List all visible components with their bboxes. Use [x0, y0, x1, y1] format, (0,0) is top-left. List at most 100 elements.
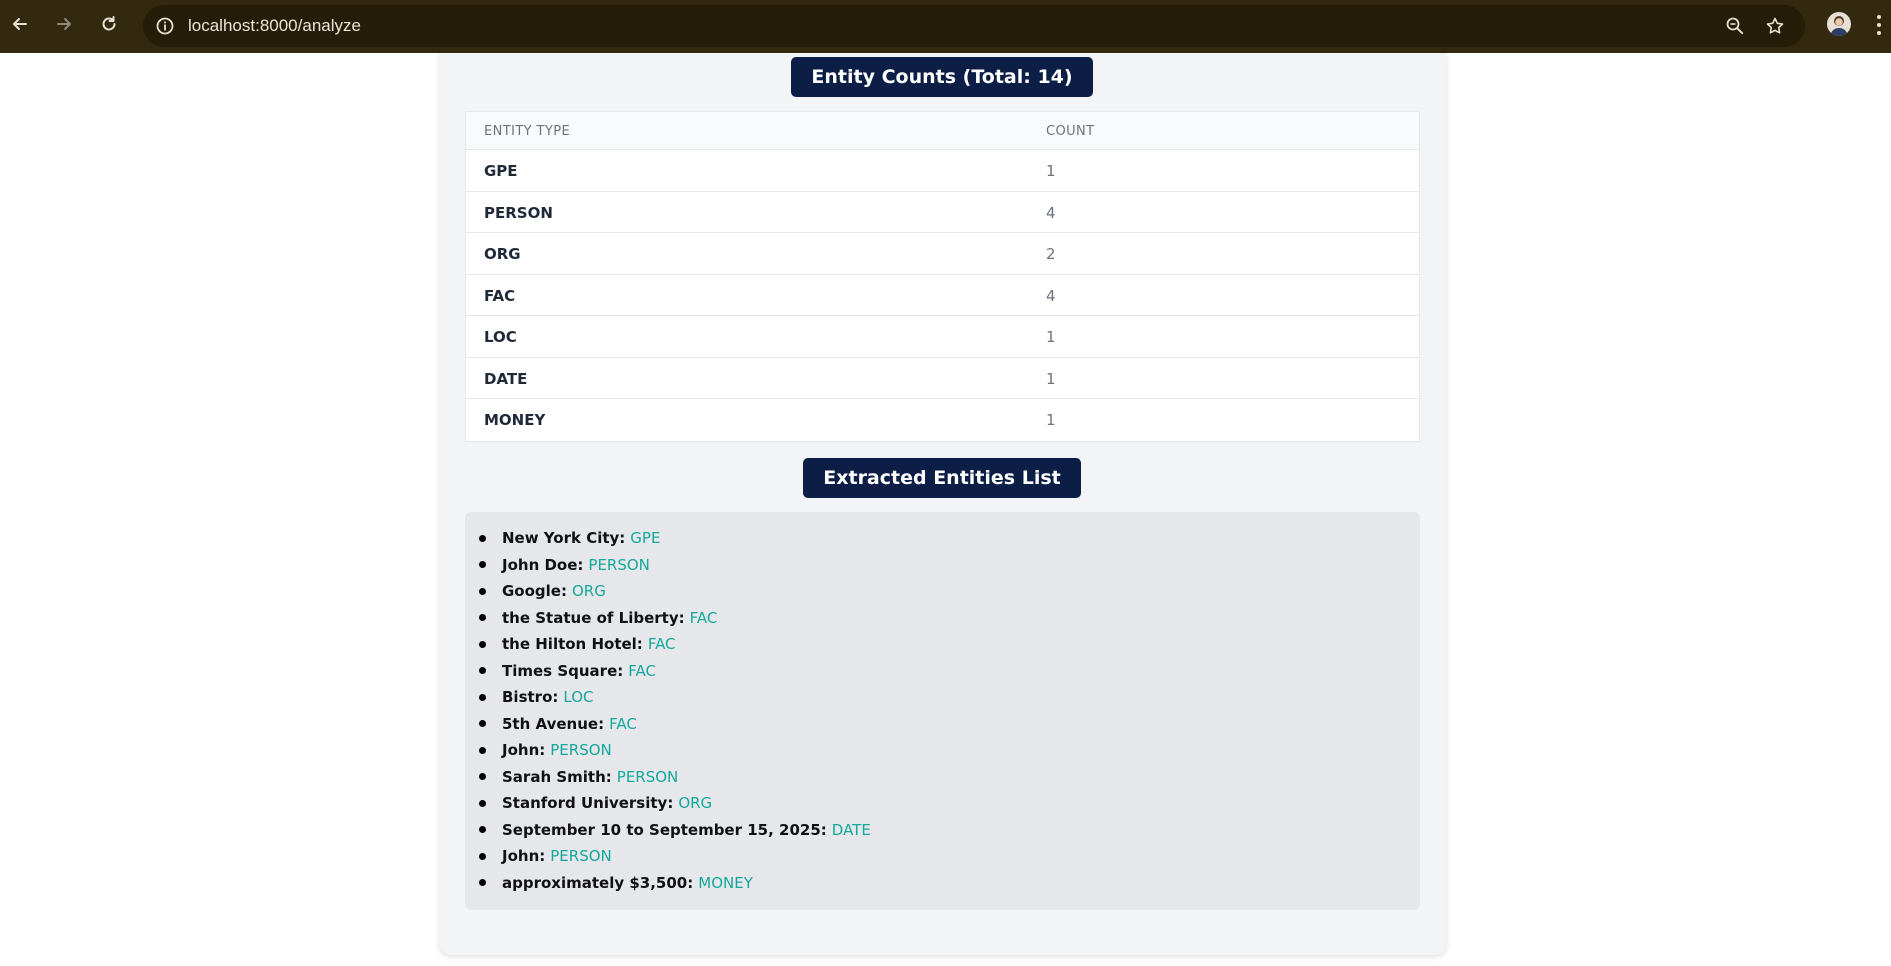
table-row: ORG 2	[466, 233, 1419, 275]
list-item: 5th Avenue: FAC	[479, 711, 871, 738]
column-header-entity-type: ENTITY TYPE	[484, 124, 571, 139]
bullet	[479, 534, 486, 542]
bullet	[479, 587, 486, 595]
reload-button[interactable]	[95, 10, 123, 38]
entity-label: FAC	[609, 714, 637, 733]
entity-type-cell: FAC	[484, 286, 516, 305]
entity-label: LOC	[563, 688, 594, 707]
table-row: DATE 1	[466, 358, 1419, 399]
bullet	[479, 746, 486, 754]
entity-text: Bistro:	[502, 688, 559, 707]
entity-label: ORG	[678, 794, 713, 813]
table-row: FAC 4	[466, 275, 1419, 316]
list-item: John Doe: PERSON	[479, 552, 871, 579]
table-row: PERSON 4	[466, 192, 1419, 233]
bullet	[479, 561, 486, 569]
entity-label: PERSON	[588, 555, 650, 574]
count-cell: 1	[1046, 162, 1056, 180]
entity-label: ORG	[571, 582, 606, 601]
bullet	[479, 773, 486, 781]
list-item: the Hilton Hotel: FAC	[479, 631, 871, 658]
count-cell: 2	[1046, 245, 1056, 263]
address-bar[interactable]: localhost:8000/analyze	[143, 5, 1805, 47]
entity-type-cell: PERSON	[484, 203, 553, 222]
url-text[interactable]: localhost:8000/analyze	[188, 16, 361, 36]
person-icon	[1830, 16, 1848, 36]
list-item: New York City: GPE	[479, 525, 871, 552]
count-cell: 4	[1046, 286, 1056, 305]
entity-text: 5th Avenue:	[502, 714, 605, 733]
list-item: Bistro: LOC	[479, 684, 871, 711]
entity-type-cell: LOC	[484, 328, 517, 346]
menu-dots-icon[interactable]	[1876, 14, 1882, 36]
entity-counts-title: Entity Counts (Total: 14)	[791, 57, 1093, 97]
table-header: ENTITY TYPE COUNT	[466, 112, 1419, 150]
list-item: the Statue of Liberty: FAC	[479, 605, 871, 632]
extracted-entities-title: Extracted Entities List	[803, 458, 1081, 498]
entity-text: John:	[502, 741, 546, 760]
bullet	[479, 640, 486, 648]
list-item: Google: ORG	[479, 578, 871, 605]
entity-label: PERSON	[550, 847, 612, 866]
extracted-entities-list: New York City: GPE John Doe: PERSON Google…	[465, 512, 1420, 910]
table-row: LOC 1	[466, 316, 1419, 358]
entity-label: DATE	[831, 820, 871, 839]
page-content: Entity Counts (Total: 14) ENTITY TYPE CO…	[0, 53, 1891, 966]
entity-type-cell: GPE	[484, 162, 518, 180]
entity-counts-table: ENTITY TYPE COUNT GPE 1 PERSON 4 ORG 2 F…	[465, 111, 1420, 442]
list-item: approximately $3,500: MONEY	[479, 870, 871, 897]
entity-label: FAC	[647, 635, 676, 654]
entity-label: PERSON	[550, 741, 612, 760]
entity-type-cell: MONEY	[484, 411, 546, 429]
entity-text: September 10 to September 15, 2025:	[502, 820, 827, 839]
count-cell: 1	[1046, 328, 1056, 346]
entity-text: Times Square:	[502, 661, 624, 680]
entity-text: Stanford University:	[502, 794, 674, 813]
bullet	[479, 852, 486, 860]
entity-label: FAC	[689, 608, 718, 627]
entity-text: New York City:	[502, 529, 626, 548]
list-item: September 10 to September 15, 2025: DATE	[479, 817, 871, 844]
entity-type-cell: DATE	[484, 369, 528, 388]
bullet	[479, 720, 486, 728]
list-item: John: PERSON	[479, 737, 871, 764]
browser-toolbar: localhost:8000/analyze	[0, 0, 1891, 53]
profile-avatar[interactable]	[1827, 12, 1851, 36]
count-cell: 4	[1046, 203, 1056, 222]
entity-label: PERSON	[616, 767, 679, 786]
site-info-icon[interactable]	[155, 16, 175, 36]
bookmark-star-icon[interactable]	[1765, 16, 1785, 36]
entity-label: MONEY	[698, 873, 753, 892]
zoom-icon[interactable]	[1725, 16, 1745, 36]
forward-arrow-icon	[57, 18, 71, 30]
table-row: GPE 1	[466, 150, 1419, 192]
table-row: MONEY 1	[466, 399, 1419, 441]
list-item: Stanford University: ORG	[479, 790, 871, 817]
entity-text: the Hilton Hotel:	[502, 635, 643, 654]
back-button[interactable]	[6, 10, 34, 38]
bullet	[479, 799, 486, 807]
bullet	[479, 879, 486, 887]
bullet	[479, 667, 486, 675]
list-item: Times Square: FAC	[479, 658, 871, 685]
list-item: John: PERSON	[479, 843, 871, 870]
bullet	[479, 614, 486, 622]
entity-text: approximately $3,500:	[502, 873, 694, 892]
column-header-count: COUNT	[1046, 124, 1095, 139]
bullet	[479, 693, 486, 701]
entity-text: Sarah Smith:	[502, 767, 612, 786]
entity-text: John Doe:	[502, 555, 584, 574]
entity-label: GPE	[630, 529, 661, 548]
entity-text: John:	[502, 847, 546, 866]
bullet	[479, 826, 486, 834]
count-cell: 1	[1046, 411, 1056, 429]
back-arrow-icon	[13, 18, 27, 30]
entity-type-cell: ORG	[484, 245, 521, 263]
count-cell: 1	[1046, 369, 1056, 388]
reload-icon	[102, 16, 116, 31]
list-item: Sarah Smith: PERSON	[479, 764, 871, 791]
entity-label: FAC	[628, 661, 656, 680]
entity-text: Google:	[502, 582, 567, 601]
entity-text: the Statue of Liberty:	[502, 608, 685, 627]
forward-button[interactable]	[50, 10, 78, 38]
